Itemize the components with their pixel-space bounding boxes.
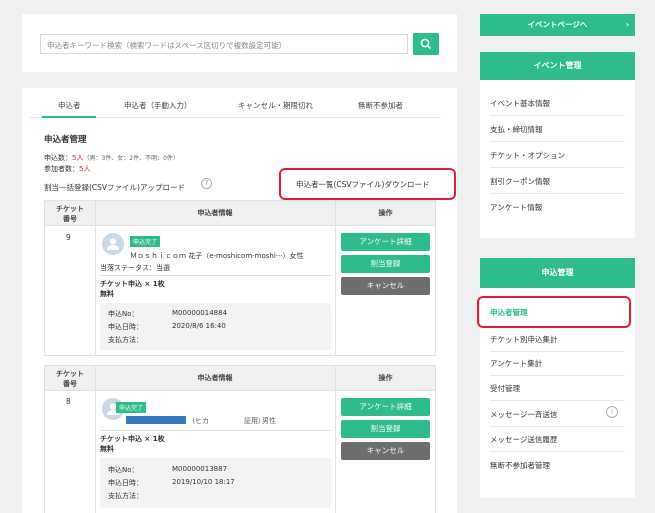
apply-date: 2020/8/6 16:40: [172, 322, 226, 330]
price: 無料: [100, 290, 114, 298]
col-actions: 操作: [378, 209, 393, 217]
status-badge: 申込完了: [116, 402, 147, 413]
sidebar-item-survey-info[interactable]: アンケート情報: [490, 202, 542, 213]
sidebar-item-payment-deadline[interactable]: 支払・締切情報: [490, 124, 543, 135]
sidebar-item-event-basic[interactable]: イベント基本情報: [490, 98, 550, 109]
active-tab-indicator: [42, 116, 96, 118]
sidebar-item-reception[interactable]: 受付管理: [490, 383, 520, 394]
applicant-name-kana[interactable]: （ヒカ 証用）: [188, 416, 265, 426]
download-highlight: [279, 168, 456, 200]
participant-value: 5人: [79, 165, 91, 173]
sidebar-item-ticket-option[interactable]: チケット・オプション: [490, 150, 565, 161]
ticket-number: 9: [66, 233, 71, 242]
cancel-button[interactable]: キャンセル: [341, 277, 430, 295]
participant-label: 参加者数：: [44, 165, 79, 173]
event-management-title: イベント管理: [480, 52, 635, 80]
tab-manual-applicants[interactable]: 申込者（手動入力）: [124, 100, 192, 111]
redacted-name: [126, 416, 186, 424]
col-applicant-info: 申込者情報: [197, 374, 233, 382]
ticket-line: チケット申込 × 1枚: [100, 280, 165, 288]
applicant-management-highlight: [477, 296, 631, 328]
application-count: 申込数：5人（男：3件、女：2件、不明：0件）: [44, 153, 179, 163]
col-applicant-info: 申込者情報: [197, 209, 233, 217]
search-button[interactable]: [413, 33, 439, 55]
search-icon: [420, 38, 431, 49]
col-ticket-number: チケット番号: [56, 370, 84, 388]
ticket-line: チケット申込 × 1枚: [100, 435, 165, 443]
section-title: 申込者管理: [44, 135, 87, 145]
event-page-button[interactable]: イベントページへ ›: [480, 14, 635, 36]
info-icon[interactable]: i: [606, 406, 618, 418]
survey-detail-button[interactable]: アンケート詳細: [341, 233, 430, 251]
cancel-button[interactable]: キャンセル: [341, 442, 430, 460]
tab-no-show[interactable]: 無断不参加者: [358, 100, 403, 111]
attend-status: 当落ステータス：当選: [100, 264, 170, 272]
event-page-label: イベントページへ: [527, 20, 588, 29]
gender: 男性: [262, 417, 276, 425]
ticket-number: 8: [66, 397, 71, 406]
assign-button[interactable]: 割当登録: [341, 255, 430, 273]
col-actions: 操作: [378, 374, 393, 382]
tab-applicants[interactable]: 申込者: [58, 100, 81, 111]
payment-label: 支払方法：: [108, 336, 143, 344]
assign-button[interactable]: 割当登録: [341, 420, 430, 438]
col-ticket-number: チケット番号: [56, 205, 84, 223]
avatar: [102, 233, 124, 255]
count-detail: （男：3件、女：2件、不明：0件）: [83, 155, 179, 162]
price: 無料: [100, 445, 114, 453]
application-management-title: 申込管理: [480, 258, 635, 288]
sidebar-item-survey-summary[interactable]: アンケート集計: [490, 358, 542, 369]
sidebar-item-no-show[interactable]: 無断不参加者管理: [490, 460, 550, 471]
payment-label: 支払方法：: [108, 492, 143, 500]
count-value: 5人: [72, 154, 84, 162]
status-badge: 申込完了: [130, 236, 161, 247]
participant-count: 参加者数：5人: [44, 164, 90, 174]
apply-date-label: 申込日時：: [108, 479, 143, 487]
apply-no: M00000013887: [172, 465, 228, 473]
sidebar-item-ticket-summary[interactable]: チケット別申込集計: [490, 334, 558, 345]
apply-no: M00000014884: [172, 309, 228, 317]
apply-no-label: 申込No：: [108, 466, 139, 474]
sidebar-item-coupon[interactable]: 割引クーポン情報: [490, 176, 550, 187]
apply-date-label: 申込日時：: [108, 323, 143, 331]
count-label: 申込数：: [44, 154, 72, 162]
apply-no-label: 申込No：: [108, 310, 139, 318]
bulk-upload-link[interactable]: 割当一括登録(CSVファイル)アップロード: [44, 182, 185, 193]
sidebar-item-message-history[interactable]: メッセージ送信履歴: [490, 434, 557, 445]
applicant-name[interactable]: Ｍｏｓｈｉｃｏｍ 花子（e-moshicom-moshi···）女性: [130, 251, 303, 261]
survey-detail-button[interactable]: アンケート詳細: [341, 398, 430, 416]
search-input[interactable]: 申込者キーワード検索（検索ワードはスペース区切りで複数設定可能）: [40, 34, 408, 54]
tab-cancelled-expired[interactable]: キャンセル・期限切れ: [238, 100, 313, 111]
sidebar-item-bulk-message[interactable]: メッセージ一斉送信: [490, 409, 557, 420]
help-icon[interactable]: ?: [201, 178, 212, 189]
chevron-right-icon: ›: [625, 20, 629, 29]
apply-date: 2019/10/10 18:17: [172, 478, 235, 486]
user-icon: [107, 238, 119, 250]
